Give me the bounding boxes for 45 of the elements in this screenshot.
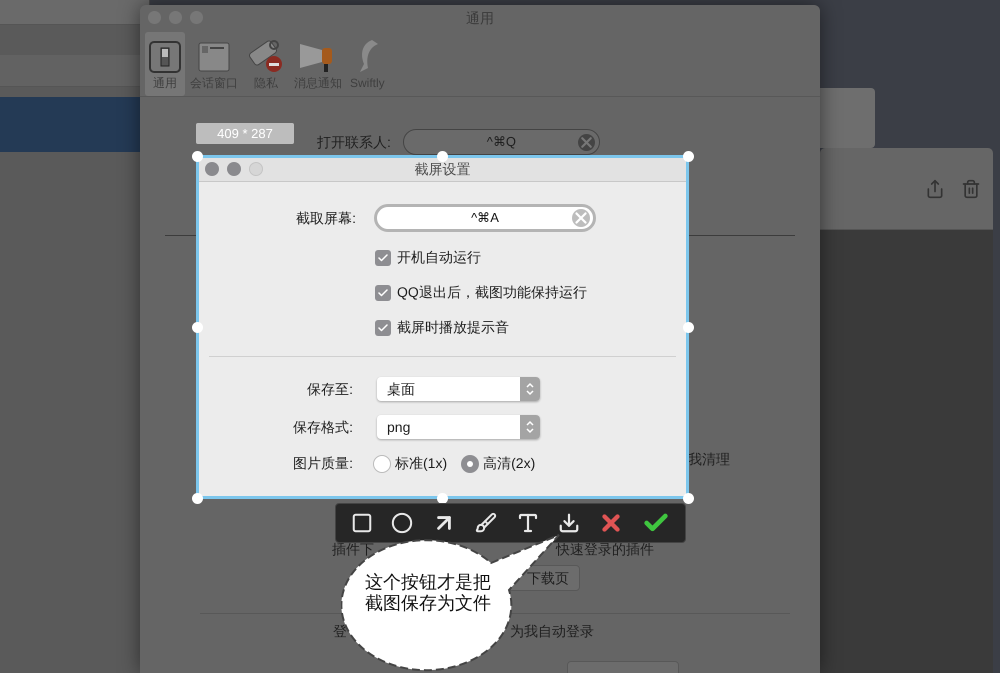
field-label: 保存格式: <box>292 418 353 436</box>
setting-text: 插件下 <box>332 540 374 559</box>
window-icon <box>197 40 231 74</box>
field-label: 保存至: <box>306 380 353 398</box>
share-icon[interactable] <box>925 178 945 198</box>
download-icon[interactable] <box>558 512 580 534</box>
field-label: 打开联系人: <box>317 132 391 152</box>
size-badge: 409 * 287 <box>196 123 294 144</box>
brush-tool-icon[interactable] <box>475 512 498 534</box>
stepper-icon <box>520 415 540 439</box>
checkbox-label: QQ退出后，截图功能保持运行 <box>397 283 587 302</box>
save-location-select[interactable]: 桌面 <box>377 377 540 401</box>
field-label: 图片质量: <box>292 454 353 473</box>
check-icon <box>377 252 389 264</box>
radio-label: 高清(2x) <box>483 454 536 473</box>
dialog-title: 截屏设置 <box>414 160 470 179</box>
clear-icon[interactable] <box>578 134 595 151</box>
check-icon <box>377 322 389 334</box>
checkbox[interactable] <box>375 320 391 336</box>
shortcut-field[interactable]: ^⌘Q <box>402 129 600 155</box>
switch-icon <box>148 40 182 74</box>
trash-icon[interactable] <box>961 178 981 198</box>
field-label: 截取屏幕: <box>295 208 356 228</box>
rectangle-tool-icon[interactable] <box>351 512 374 534</box>
checkbox-label: 开机自动运行 <box>397 248 481 267</box>
window-control[interactable] <box>227 162 241 176</box>
setting-text: 为我自动登录 <box>510 622 594 641</box>
format-select[interactable]: png <box>377 415 540 439</box>
checkbox[interactable] <box>375 250 391 266</box>
setting-text: 登 <box>333 622 347 641</box>
check-icon <box>377 286 389 298</box>
preferences-tab[interactable]: 通用 <box>145 32 185 96</box>
window-control[interactable] <box>205 162 219 176</box>
setting-text: 快速登录的插件 <box>556 540 654 559</box>
shortcut-field[interactable]: ^⌘A <box>374 204 596 232</box>
stepper-icon <box>520 377 540 401</box>
checkbox[interactable] <box>375 284 391 300</box>
setting-text: 我清理 <box>688 450 730 469</box>
ellipse-tool-icon[interactable] <box>391 512 414 534</box>
radio-label: 标准(1x) <box>395 454 448 473</box>
radio-button[interactable] <box>373 454 391 472</box>
selection-frame[interactable]: 截屏设置 截取屏幕: ^⌘A 开机自动运行 QQ退出后，截图功能保持运行 截屏时播放提示音 保存至: 桌面 保存格式: png 图片质量: 标准(1x) 高清(2x) <box>196 155 689 499</box>
checkbox-label: 截屏时播放提示音 <box>397 318 509 337</box>
callout-text: 这个按钮才是把截图保存为文件 <box>364 572 492 614</box>
radio-button[interactable] <box>461 454 480 472</box>
